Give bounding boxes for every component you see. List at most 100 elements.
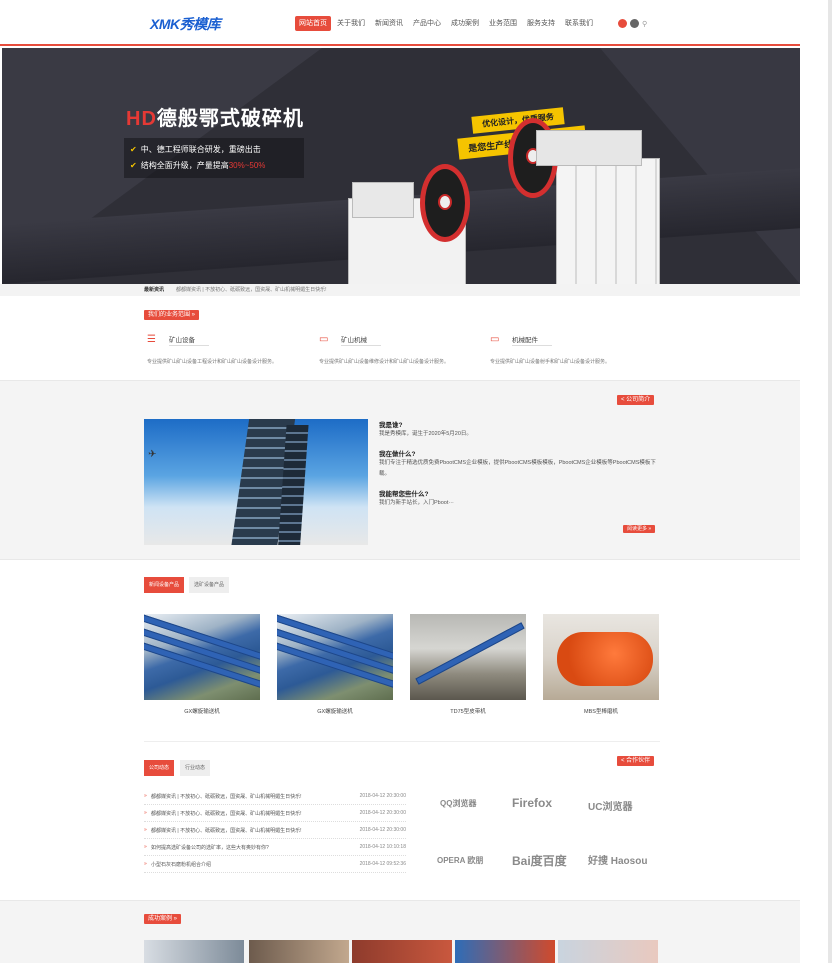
business-item-title: 矿山设备: [169, 337, 195, 344]
nav-item-home[interactable]: 网站首页: [295, 16, 331, 31]
about-section: < 公司简介 ✈ 我是谁? 我是秀模库，诞生于2020年5月20日。 我在做什么…: [0, 380, 800, 560]
business-item-title: 机械配件: [512, 337, 538, 344]
about-text: 我是谁? 我是秀模库，诞生于2020年5月20日。 我在做什么? 我们专注于精选…: [379, 419, 659, 517]
product-card[interactable]: GX螺旋输送机: [277, 614, 393, 715]
business-item-desc: 专业提供矿山矿山设备工程设计和矿山矿山设备设计服务。: [147, 359, 278, 365]
about-image: ✈: [144, 419, 368, 545]
product-name: GX螺旋输送机: [317, 709, 353, 715]
divider: [169, 345, 209, 346]
news-title: 都都媒资讯 | 不放初心、砥砺致远，国资晟、矿山机械明媚生日快乐!: [151, 811, 302, 817]
read-more-button[interactable]: 阅读更多 »: [623, 525, 656, 533]
news-date: 2018-04-12 20:30:00: [359, 810, 406, 816]
nav-item-support[interactable]: 服务支持: [523, 16, 559, 31]
logo-mark: XMK: [150, 16, 180, 32]
about-question: 我能帮您些什么?: [379, 491, 429, 498]
header-icons: ⚲: [618, 19, 647, 28]
banner-bullet-text: 中、德工程师联合研发，重磅出击: [140, 145, 261, 154]
jaw-crusher-image: [506, 118, 666, 284]
product-image: [543, 614, 659, 700]
product-card[interactable]: TD75型皮带机: [410, 614, 526, 715]
main-nav: 网站首页 关于我们 新闻资讯 产品中心 成功案例 业务范围 服务支持 联系我们: [295, 16, 599, 31]
product-name: TD75型皮带机: [450, 709, 486, 715]
hero-banner[interactable]: HD德般鄂式破碎机 ✔ 中、德工程师联合研发，重磅出击 ✔ 结构全面升级，产量提高3…: [2, 48, 800, 284]
banner-title-hd: HD: [126, 108, 157, 130]
nav-item-news[interactable]: 新闻资讯: [371, 16, 407, 31]
bullet-icon: »: [144, 861, 147, 867]
business-item-desc: 专业提供矿山矿山设备射手和矿山矿山设备设计服务。: [490, 359, 611, 365]
about-question: 我在做什么?: [379, 451, 416, 458]
nav-item-business[interactable]: 业务范围: [485, 16, 521, 31]
section-divider: [144, 741, 660, 742]
product-image: [144, 614, 260, 700]
news-date: 2018-04-12 20:30:00: [359, 793, 406, 799]
partner-logo-baidu[interactable]: Bai度百度: [512, 852, 567, 869]
monitor-icon: ▭: [319, 334, 329, 345]
product-name: GX螺旋输送机: [184, 709, 220, 715]
partner-logo-uc[interactable]: UC浏览器: [588, 798, 632, 813]
scrollbar[interactable]: [828, 0, 832, 963]
about-question: 我是谁?: [379, 422, 403, 429]
banner-bullet-text: 结构全面升级，产量提高: [140, 161, 229, 170]
weibo-icon[interactable]: [618, 19, 627, 28]
partner-logo-haosou[interactable]: 好搜 Haosou: [588, 852, 647, 867]
news-title: 都都媒资讯 | 不放初心、砥砺致远，国资晟、矿山机械明媚生日快乐!: [151, 828, 302, 834]
news-title: 小型石灰石磨粉机组合介绍: [151, 862, 212, 868]
list-icon: ☰: [147, 334, 156, 345]
product-image: [277, 614, 393, 700]
cases-section-tag: 成功案例 »: [144, 914, 182, 924]
case-image[interactable]: [558, 940, 658, 963]
news-date: 2018-04-12 10:10:18: [359, 844, 406, 850]
nav-item-about[interactable]: 关于我们: [333, 16, 369, 31]
tab-industry-news[interactable]: 行业动态: [180, 760, 211, 776]
bullet-icon: »: [144, 793, 147, 799]
airplane-icon: ✈: [148, 449, 157, 460]
case-image[interactable]: [249, 940, 349, 963]
product-card[interactable]: GX螺旋输送机: [144, 614, 260, 715]
monitor-icon: ▭: [490, 334, 500, 345]
product-card[interactable]: MBS型棒磨机: [543, 614, 659, 715]
product-image: [410, 614, 526, 700]
news-list-item[interactable]: » 都都媒资讯 | 不放初心、砥砺致远，国资晟、矿山机械明媚生日快乐! 2018…: [144, 788, 406, 805]
bullet-icon: »: [144, 810, 147, 816]
news-ticker-text[interactable]: 都都媒资讯 | 不放初心、砥砺致远，国资晟、矿山机械明媚生日快乐!: [176, 286, 326, 293]
partner-logo-qq[interactable]: QQ浏览器: [440, 798, 476, 809]
news-list-item[interactable]: » 都都媒资讯 | 不放初心、砥砺致远，国资晟、矿山机械明媚生日快乐! 2018…: [144, 822, 406, 839]
partner-logo-firefox[interactable]: Firefox: [512, 796, 552, 810]
check-icon: ✔: [130, 161, 137, 170]
logo[interactable]: XMK秀模库: [150, 14, 221, 34]
search-icon[interactable]: ⚲: [642, 20, 647, 28]
divider: [341, 345, 381, 346]
nav-item-cases[interactable]: 成功案例: [447, 16, 483, 31]
news-title: 都都媒资讯 | 不放初心、砥砺致远，国资晟、矿山机械明媚生日快乐!: [151, 794, 302, 800]
about-answer: 我们专注于精选优质免费PbootCMS企业模板，提供PbootCMS模板模板，P…: [379, 460, 656, 477]
site-header: XMK秀模库 网站首页 关于我们 新闻资讯 产品中心 成功案例 业务范围 服务支…: [0, 0, 800, 46]
case-image[interactable]: [352, 940, 452, 963]
jaw-crusher-image: [342, 158, 472, 284]
tab-products-2[interactable]: 选矿设备产品: [189, 577, 230, 593]
partner-logo-opera[interactable]: OPERA 欧朋: [437, 855, 483, 866]
about-answer: 我们为新手站长，入门Pboot···: [379, 500, 454, 506]
product-name: MBS型棒磨机: [584, 709, 618, 715]
divider: [512, 345, 552, 346]
bullet-icon: »: [144, 827, 147, 833]
business-item-title: 矿山机械: [341, 337, 367, 344]
banner-bullet-highlight: 30%~50%: [228, 161, 266, 170]
bullet-icon: »: [144, 844, 147, 850]
banner-title: HD德般鄂式破碎机: [126, 102, 304, 131]
nav-item-contact[interactable]: 联系我们: [561, 16, 597, 31]
wechat-icon[interactable]: [630, 19, 639, 28]
nav-item-products[interactable]: 产品中心: [409, 16, 445, 31]
partner-section-tag: < 合作伙伴: [617, 756, 655, 766]
case-image[interactable]: [144, 940, 244, 963]
business-section-tag: 我们的业务范围 »: [144, 310, 200, 320]
logo-text: 秀模库: [179, 16, 221, 32]
case-image[interactable]: [455, 940, 555, 963]
news-list-item[interactable]: » 都都媒资讯 | 不放初心、砥砺致远，国资晟、矿山机械明媚生日快乐! 2018…: [144, 805, 406, 822]
news-list-item[interactable]: » 小型石灰石磨粉机组合介绍 2018-04-12 09:52:36: [144, 856, 406, 873]
tab-company-news[interactable]: 公司动态: [144, 760, 175, 776]
news-list-item[interactable]: » 如何提高选矿设备公司的选矿率，这些大有奥妙有你? 2018-04-12 10…: [144, 839, 406, 856]
about-answer: 我是秀模库，诞生于2020年5月20日。: [379, 431, 472, 437]
banner-bullets: ✔ 中、德工程师联合研发，重磅出击 ✔ 结构全面升级，产量提高30%~50%: [124, 138, 304, 178]
tab-products-1[interactable]: 新闻设备产品: [144, 577, 185, 593]
news-title: 如何提高选矿设备公司的选矿率，这些大有奥妙有你?: [151, 845, 269, 851]
